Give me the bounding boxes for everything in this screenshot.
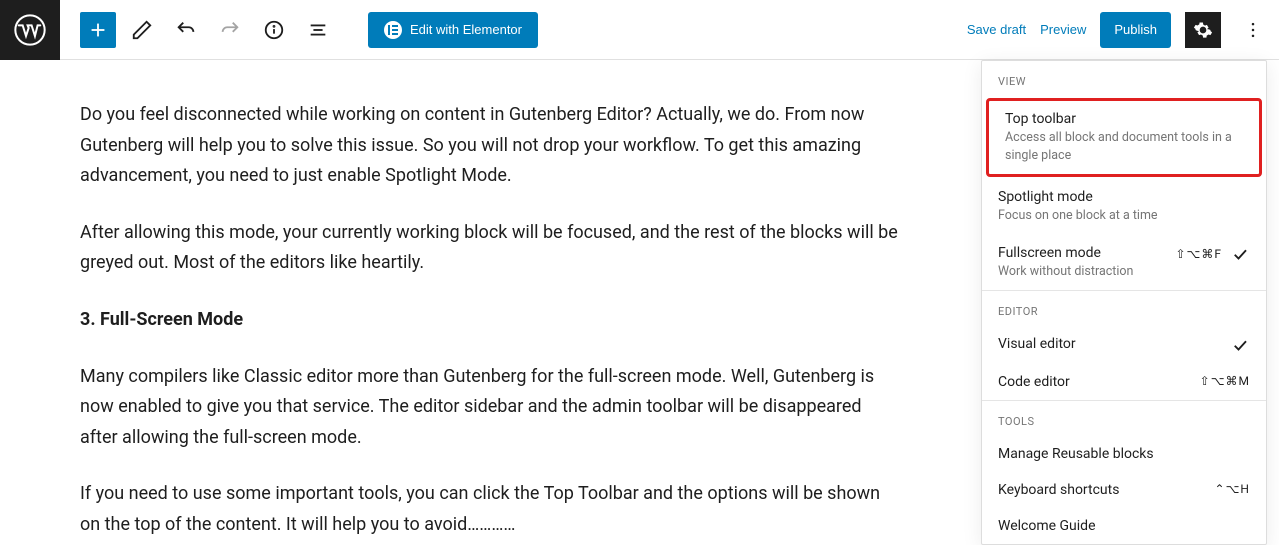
shortcut: ⌃⌥H	[1215, 482, 1250, 496]
section-label-tools: TOOLS	[982, 401, 1266, 436]
menu-desc: Work without distraction	[998, 263, 1133, 281]
publish-button[interactable]: Publish	[1100, 12, 1171, 48]
menu-item-code-editor[interactable]: Code editor ⇧⌥⌘M	[982, 364, 1266, 400]
elementor-icon	[384, 21, 402, 39]
toolbar-right: Save draft Preview Publish	[967, 12, 1279, 48]
menu-desc: Focus on one block at a time	[998, 207, 1158, 225]
menu-label: Manage Reusable blocks	[998, 446, 1154, 462]
menu-desc: Access all block and document tools in a…	[1005, 129, 1243, 164]
paragraph[interactable]: After allowing this mode, your currently…	[80, 218, 900, 279]
list-icon	[307, 19, 329, 41]
plus-icon	[87, 19, 109, 41]
editor-topbar: Edit with Elementor Save draft Preview P…	[0, 0, 1279, 60]
section-label-editor: EDITOR	[982, 291, 1266, 326]
info-icon	[263, 19, 285, 41]
settings-button[interactable]	[1185, 12, 1221, 48]
elementor-button[interactable]: Edit with Elementor	[368, 12, 538, 48]
gear-icon	[1193, 20, 1213, 40]
menu-label: Fullscreen mode	[998, 245, 1133, 261]
menu-label: Welcome Guide	[998, 518, 1096, 534]
details-button[interactable]	[256, 12, 292, 48]
outline-button[interactable]	[300, 12, 336, 48]
wordpress-logo[interactable]	[0, 0, 60, 60]
content-area[interactable]: Do you feel disconnected while working o…	[0, 60, 980, 535]
undo-icon	[175, 19, 197, 41]
menu-label: Top toolbar	[1005, 111, 1243, 127]
toolbar-left: Edit with Elementor	[60, 12, 538, 48]
editor-body: Do you feel disconnected while working o…	[0, 60, 1279, 535]
menu-item-welcome-guide[interactable]: Welcome Guide	[982, 508, 1266, 544]
menu-item-top-toolbar[interactable]: Top toolbar Access all block and documen…	[986, 98, 1262, 177]
check-icon	[1230, 336, 1250, 354]
shortcut: ⇧⌥⌘F	[1175, 247, 1222, 261]
menu-label: Keyboard shortcuts	[998, 482, 1119, 498]
menu-item-keyboard-shortcuts[interactable]: Keyboard shortcuts ⌃⌥H	[982, 472, 1266, 508]
undo-button[interactable]	[168, 12, 204, 48]
paragraph[interactable]: Many compilers like Classic editor more …	[80, 362, 900, 454]
options-dropdown: VIEW Top toolbar Access all block and do…	[981, 60, 1267, 545]
edit-mode-button[interactable]	[124, 12, 160, 48]
paragraph[interactable]: Do you feel disconnected while working o…	[80, 100, 900, 192]
menu-item-spotlight[interactable]: Spotlight mode Focus on one block at a t…	[982, 179, 1266, 235]
elementor-label: Edit with Elementor	[410, 22, 522, 37]
menu-item-fullscreen[interactable]: Fullscreen mode Work without distraction…	[982, 235, 1266, 291]
menu-label: Spotlight mode	[998, 189, 1158, 205]
shortcut: ⇧⌥⌘M	[1200, 374, 1250, 388]
redo-icon	[219, 19, 241, 41]
paragraph[interactable]: If you need to use some important tools,…	[80, 479, 900, 540]
wordpress-icon	[14, 14, 46, 46]
menu-label: Visual editor	[998, 336, 1076, 352]
add-block-button[interactable]	[80, 12, 116, 48]
preview-button[interactable]: Preview	[1040, 22, 1086, 37]
more-menu-button[interactable]	[1235, 12, 1271, 48]
save-draft-button[interactable]: Save draft	[967, 22, 1026, 37]
more-vertical-icon	[1243, 20, 1263, 40]
pencil-icon	[131, 19, 153, 41]
menu-item-visual-editor[interactable]: Visual editor	[982, 326, 1266, 364]
menu-item-reusable-blocks[interactable]: Manage Reusable blocks	[982, 436, 1266, 472]
section-label-view: VIEW	[982, 61, 1266, 96]
redo-button[interactable]	[212, 12, 248, 48]
heading[interactable]: 3. Full-Screen Mode	[80, 305, 900, 336]
menu-label: Code editor	[998, 374, 1070, 390]
check-icon	[1230, 245, 1250, 263]
